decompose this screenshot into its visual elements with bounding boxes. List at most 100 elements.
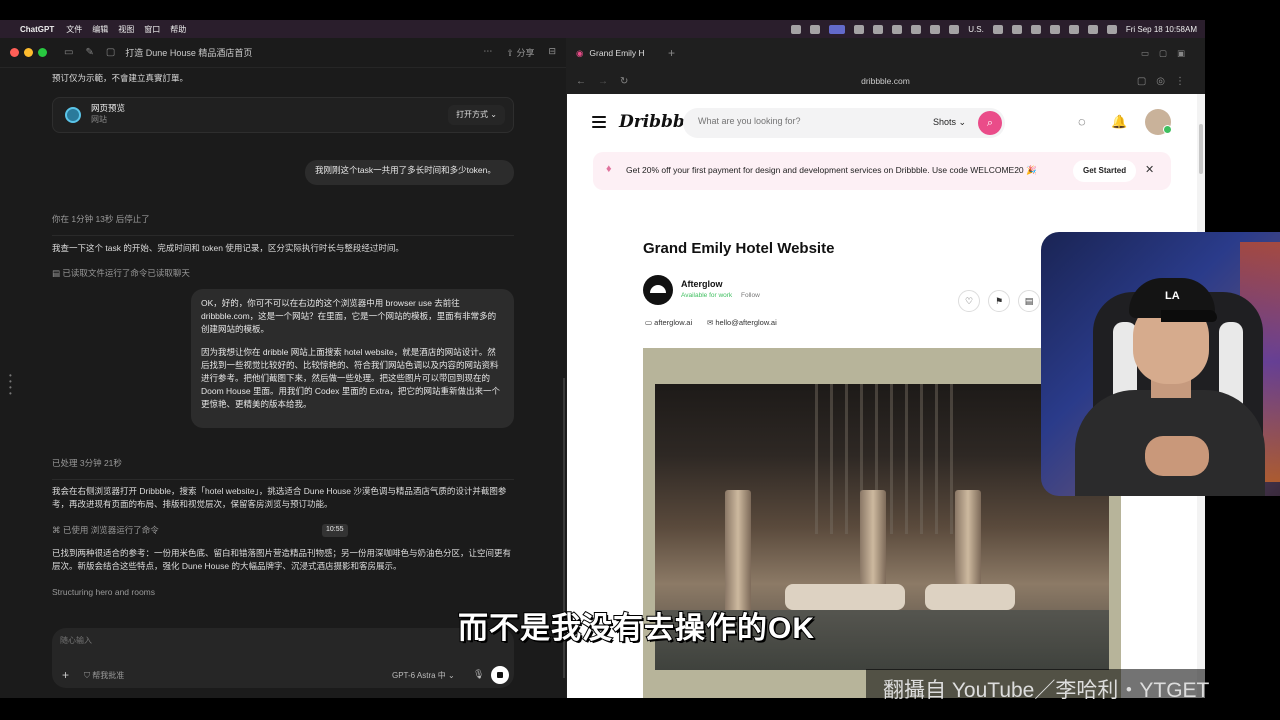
menu-file[interactable]: 文件 — [66, 24, 82, 35]
user-message-text: 我刚刚这个task一共用了多长时间和多少token。 — [315, 165, 496, 175]
web-preview-card[interactable]: 网页预览 网站 打开方式 ⌄ — [52, 97, 514, 133]
open-with-button[interactable]: 打开方式 ⌄ — [448, 105, 505, 125]
chevron-down-icon: ⌄ — [490, 110, 497, 119]
close-icon[interactable]: ✕ — [1145, 163, 1154, 176]
file-icon: ▤ — [52, 268, 63, 278]
search-input[interactable] — [698, 116, 898, 126]
assistant-message-plan: 我会在右侧浏览器打开 Dribbble，搜索「hotel website」，挑选… — [52, 486, 507, 510]
window-minimize-button[interactable] — [24, 48, 33, 57]
share-label: 分享 — [516, 48, 535, 58]
model-label: GPT-6 Astra 中 — [392, 671, 446, 680]
tray-camera-icon[interactable] — [854, 24, 865, 34]
author-name[interactable]: Afterglow — [681, 279, 723, 289]
bookmark-icon[interactable]: ⚑ — [988, 290, 1010, 312]
user-message-browser-task: OK，好的，你可不可以在右边的这个浏览器中用 browser use 去前往 d… — [191, 289, 514, 428]
new-tab-icon[interactable]: + — [668, 46, 675, 60]
focus-icon[interactable] — [1106, 24, 1117, 34]
divider — [52, 479, 514, 480]
sidebar-toggle-icon[interactable]: ▭ — [64, 47, 73, 58]
email-link[interactable]: ✉ hello@afterglow.ai — [707, 318, 777, 327]
search-bar: Shots ⌄ ⌕ — [683, 108, 1005, 138]
chevron-down-icon: ⌄ — [958, 117, 967, 127]
promo-text: Get 20% off your first payment for desig… — [626, 165, 1037, 175]
more-options-icon[interactable]: ⋯ — [483, 46, 492, 59]
get-started-button[interactable]: Get Started — [1073, 160, 1137, 182]
chevron-down-icon: ⌄ — [448, 671, 455, 680]
menu-help[interactable]: 帮助 — [170, 24, 186, 35]
search-icon[interactable]: ⌕ — [978, 111, 1002, 135]
search-filter-dropdown[interactable]: Shots ⌄ — [933, 117, 966, 128]
tray-chat-icon[interactable] — [810, 24, 821, 34]
like-heart-icon[interactable]: ♡ — [958, 290, 980, 312]
tool-activity-read-label: 已读取文件运行了命令已读取聊天 — [62, 268, 190, 278]
browser-tab-active[interactable]: ◉ Grand Emily H — [576, 48, 668, 59]
preview-subtitle: 网站 — [91, 115, 107, 124]
address-bar[interactable]: dribbble.com — [566, 76, 1205, 86]
website-link[interactable]: ▭ afterglow.ai — [645, 318, 692, 327]
notification-bell-icon[interactable]: 🔔 — [1111, 114, 1127, 130]
drag-handle-icon[interactable]: • • • • — [9, 372, 13, 398]
author-avatar[interactable] — [643, 275, 673, 305]
window-zoom-button[interactable] — [38, 48, 47, 57]
add-attachment-icon[interactable]: + — [62, 668, 69, 682]
timestamp-tooltip: 10:55 — [322, 524, 348, 537]
input-source-label[interactable]: U.S. — [968, 25, 984, 34]
tray-wechat-icon[interactable] — [911, 24, 922, 34]
menu-app-name[interactable]: ChatGPT — [20, 25, 54, 34]
browser-window-icons[interactable]: ▭▢▣ — [1141, 48, 1195, 59]
processed-duration: 已处理 3分钟 21秒 — [52, 458, 122, 468]
assistant-message-check: 我查一下这个 task 的开始、完成时间和 token 使用记录，区分实际执行时… — [52, 243, 404, 253]
permissions-label: 帮我批准 — [92, 671, 125, 680]
window-close-button[interactable] — [10, 48, 19, 57]
microphone-icon[interactable]: 🎙 — [473, 669, 484, 680]
hamburger-menu-icon[interactable] — [592, 116, 606, 131]
tray-stats-icon[interactable] — [1068, 24, 1079, 34]
collection-icon[interactable]: ▤ — [1018, 290, 1040, 312]
assistant-text-intro: 预订仅为示範，不會建立真實訂單。 — [52, 73, 189, 83]
chat-header: ▭ ✎ ▢ 打造 Dune House 精品酒店首页 ⋯ ⇪ 分享 ⊟ — [0, 38, 566, 68]
menu-edit[interactable]: 编辑 — [92, 24, 108, 35]
wifi-icon[interactable] — [1049, 24, 1060, 34]
shield-icon: ⛉ — [84, 671, 93, 680]
control-center-icon[interactable] — [1087, 24, 1098, 34]
dribbble-favicon-icon: ◉ — [576, 47, 584, 58]
permissions-button[interactable]: ⛉ 帮我批准 — [84, 670, 124, 681]
follow-button[interactable]: Follow — [741, 292, 760, 299]
email-link-label: hello@afterglow.ai — [715, 318, 777, 327]
folder-icon: ▢ — [105, 47, 116, 58]
split-view-icon[interactable]: ⊟ — [548, 46, 556, 59]
tray-battery-icon[interactable] — [1030, 24, 1041, 34]
stop-generating-button[interactable] — [491, 666, 509, 684]
menu-view[interactable]: 视图 — [118, 24, 134, 35]
tray-play-icon[interactable] — [873, 24, 884, 34]
shot-title: Grand Emily Hotel Website — [643, 240, 835, 257]
monitor-icon: ▭ — [645, 318, 655, 327]
messages-icon[interactable]: ◌ — [1078, 114, 1086, 129]
tray-app-icon[interactable] — [791, 24, 802, 34]
tab-title: Grand Emily H — [589, 48, 645, 58]
menu-clock[interactable]: Fri Sep 18 10:58AM — [1126, 25, 1197, 34]
user-avatar[interactable] — [1145, 109, 1172, 135]
tray-figma-icon[interactable] — [892, 24, 903, 34]
tray-screenshot-icon[interactable] — [1011, 24, 1022, 34]
model-selector[interactable]: GPT-6 Astra 中 ⌄ — [392, 670, 455, 681]
tool-activity-read[interactable]: ▤ 已读取文件运行了命令已读取聊天 — [52, 267, 190, 280]
source-watermark: 翻攝自 YouTube／李哈利・YTGET — [866, 669, 1280, 703]
promo-banner: ♦ Get 20% off your first payment for des… — [593, 152, 1171, 190]
mac-menu-bar: ChatGPT 文件 编辑 视图 窗口 帮助 U.S. Fri Sep 18 1… — [0, 20, 1205, 38]
share-button[interactable]: ⇪ 分享 — [506, 46, 534, 59]
new-chat-icon[interactable]: ✎ — [85, 47, 93, 58]
user-message-time-token: 我刚刚这个task一共用了多长时间和多少token。 — [305, 160, 514, 185]
menu-window[interactable]: 窗口 — [144, 24, 160, 35]
tray-brightness-icon[interactable] — [930, 24, 941, 34]
tray-screen-record-icon[interactable] — [829, 24, 846, 34]
browser-icon: ⌘ — [52, 525, 63, 535]
tool-activity-browser[interactable]: ⌘ 已使用 浏览器运行了命令 — [52, 524, 159, 537]
message-input[interactable] — [60, 636, 360, 645]
tray-sparkle-icon[interactable] — [992, 24, 1003, 34]
tray-vpn-icon[interactable] — [949, 24, 960, 34]
gift-icon: ♦ — [606, 163, 612, 175]
video-subtitle: 而不是我没有去操作的OK — [457, 611, 815, 646]
divider — [52, 235, 514, 236]
search-filter-label: Shots — [933, 117, 957, 127]
